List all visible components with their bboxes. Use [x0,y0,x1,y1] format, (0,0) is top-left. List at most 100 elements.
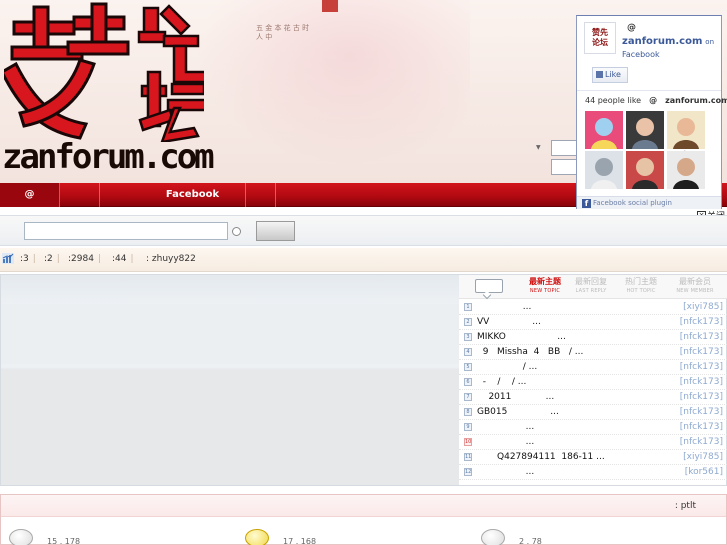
topic-title[interactable]: 2011 ... [477,392,554,402]
bubble-icon [9,529,33,545]
fan-avatar[interactable] [626,151,664,189]
red-seal-stamp [322,0,338,12]
topic-title[interactable]: - / / ... [477,377,527,387]
chart-stats-icon [2,253,14,264]
topic-author[interactable]: [nfck173] [680,362,723,372]
topic-row[interactable]: 12 ... [kor561] [459,465,727,480]
fb-like-count: 44 people like @ zanforum.com. [585,96,727,105]
tab-hot-topic[interactable]: 热门主题 HOT TOPIC [617,277,665,299]
topic-list: 1 ... [xiyi785] 2 VV ... [nfck173] 3 MIKKO ...… [459,300,727,480]
topic-title[interactable]: 9 Missha 4 BB / ... [477,347,584,357]
nav-item-2[interactable] [60,183,100,207]
fan-avatar[interactable] [667,151,705,189]
page-avatar[interactable]: 赞先 论坛 [584,22,616,54]
fan-avatar[interactable] [626,111,664,149]
nav-home[interactable]: @ [0,183,60,207]
lower-item[interactable]: 17 . 168 [245,529,316,545]
topic-number-badge: 5 [464,363,472,371]
topic-author[interactable]: [nfck173] [680,317,723,327]
speech-bubble-icon [475,279,503,293]
topic-author[interactable]: [xiyi785] [683,452,723,462]
lower-panel-header: : ptlt [1,495,726,517]
fb-page-name[interactable]: zanforum.com on [622,36,714,47]
topic-number-badge: 1 [464,303,472,311]
topic-row[interactable]: 5 / ... [nfck173] [459,360,727,375]
topic-number-badge: 3 [464,333,472,341]
fan-avatar[interactable] [585,111,623,149]
nav-item-4[interactable] [246,183,276,207]
topic-row[interactable]: 6 - / / ... [nfck173] [459,375,727,390]
topic-number-badge: 12 [464,468,472,476]
topic-author[interactable]: [nfck173] [680,332,723,342]
gold-bubble-icon [245,529,269,545]
nav-facebook[interactable]: Facebook [140,183,246,207]
lower-panel: : ptlt 15 . 178 17 . 168 2 . 78 [0,494,727,545]
tab-new-topic[interactable]: 最新主题 NEW TOPIC [521,277,569,299]
topic-title[interactable]: Q427894111 186-11 ... [477,452,605,462]
lower-item[interactable]: 2 . 78 [481,529,542,545]
tab-new-member[interactable]: 最新会员 NEW MEMBER [671,277,719,299]
lower-item[interactable]: 15 . 178 [9,529,80,545]
fb-divider [577,90,721,91]
dropdown-triangle-icon[interactable]: ▼ [536,144,541,151]
stat-today-posts: :3 | [20,254,36,264]
topic-author[interactable]: [xiyi785] [683,302,723,312]
lower-header-text: : ptlt [674,501,696,511]
fb-platform-text: Facebook [622,50,660,59]
topic-author[interactable]: [nfck173] [680,347,723,357]
topic-row[interactable]: 2 VV ... [nfck173] [459,315,727,330]
topic-row[interactable]: 4 9 Missha 4 BB / ... [nfck173] [459,345,727,360]
fan-avatar[interactable] [667,111,705,149]
topic-row[interactable]: 3 MIKKO ... [nfck173] [459,330,727,345]
facebook-icon: f [582,199,591,208]
topic-number-badge: 4 [464,348,472,356]
forum-main-panel: 最新主题 NEW TOPIC 最新回复 LAST REPLY 热门主题 HOT … [0,274,727,486]
topic-title[interactable]: VV ... [477,317,541,327]
topic-title[interactable]: ... [477,302,532,312]
logo-chinese-characters [4,2,204,142]
topic-tabs: 最新主题 NEW TOPIC 最新回复 LAST REPLY 热门主题 HOT … [459,275,727,299]
tab-last-reply[interactable]: 最新回复 LAST REPLY [567,277,615,299]
fan-avatar[interactable] [585,151,623,189]
topic-row[interactable]: 7 2011 ... [nfck173] [459,390,727,405]
facebook-like-box: 赞先 论坛 @ zanforum.com on Facebook Like 44 … [576,15,727,209]
topic-row[interactable]: 8 GB015 ... [nfck173] [459,405,727,420]
fb-social-plugin-footer[interactable]: f Facebook social plugin [577,196,721,209]
site-logo[interactable]: zanforum.com [0,0,215,183]
topic-row[interactable]: 11 Q427894111 186-11 ... [xiyi785] [459,450,727,465]
topic-author[interactable]: [nfck173] [680,407,723,417]
topic-row[interactable]: 1 ... [xiyi785] [459,300,727,315]
fb-page-at: @ [627,23,636,33]
logo-url-text: zanforum.com [2,137,215,177]
slideshow-area [1,275,459,485]
stat-newest-member[interactable]: : zhuyy822 [146,254,196,264]
topic-title[interactable]: GB015 ... [477,407,559,417]
stat-yesterday-posts: :2 | [44,254,60,264]
topic-title[interactable]: MIKKO ... [477,332,566,342]
search-button[interactable] [256,221,295,241]
stat-total-posts: :2984 | [68,254,101,264]
topic-author[interactable]: [nfck173] [680,437,723,447]
search-option-radio[interactable] [232,227,241,236]
bubble-icon [481,529,505,545]
topic-author[interactable]: [nfck173] [680,392,723,402]
topic-title[interactable]: / ... [477,362,537,372]
topic-row[interactable]: 10 ... [nfck173] [459,435,727,450]
topic-number-badge: 11 [464,453,472,461]
topic-number-badge: 6 [464,378,472,386]
topic-number-badge: 10 [464,438,472,446]
topic-title[interactable]: ... [477,467,535,477]
topic-title[interactable]: ... [477,422,535,432]
forum-stats-bar: :3 | :2 | :2984 | :44 | : zhuyy822 [0,248,727,272]
fb-like-button[interactable]: Like [592,67,628,83]
topic-author[interactable]: [nfck173] [680,422,723,432]
decorative-poem: 五 金 本 花 古 时 人 中 [256,24,310,41]
topic-row[interactable]: 9 ... [nfck173] [459,420,727,435]
topic-number-badge: 7 [464,393,472,401]
slideshow-band [1,304,459,364]
topic-author[interactable]: [nfck173] [680,377,723,387]
topic-title[interactable]: ... [477,437,535,447]
topic-author[interactable]: [kor561] [685,467,723,477]
search-input[interactable] [24,222,228,240]
topic-number-badge: 2 [464,318,472,326]
